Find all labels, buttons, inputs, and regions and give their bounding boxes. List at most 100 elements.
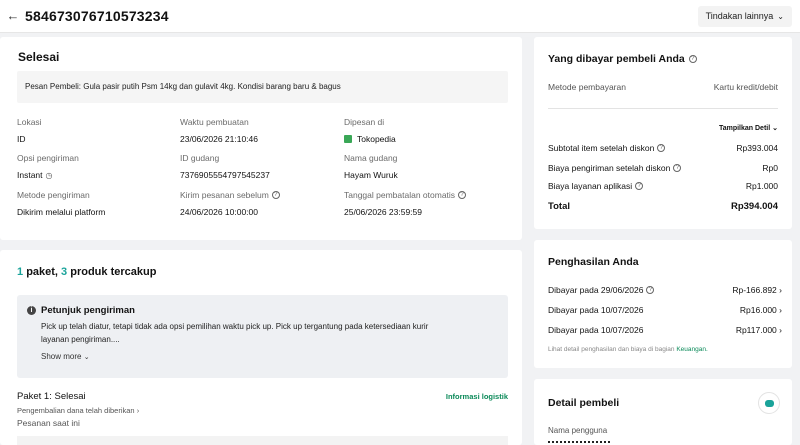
ordered-on-field: Dipesan di Tokopedia bbox=[344, 117, 396, 144]
info-icon: i bbox=[27, 306, 36, 315]
chevron-down-icon: ⌄ bbox=[772, 125, 778, 132]
buyer-title: Detail pembeli bbox=[548, 397, 620, 409]
subtotal-label: Subtotal item setelah diskon bbox=[548, 143, 655, 153]
total-row: Total Rp394.004 bbox=[548, 201, 778, 212]
ship-before-row: Kirim pesanan sebelum ? bbox=[180, 190, 280, 200]
income-footnote-text: Lihat detail penghasilan dan biaya di ba… bbox=[548, 346, 675, 353]
clock-icon: ◷ bbox=[45, 170, 53, 180]
payment-method-row: Metode pembayaran Kartu kredit/debit bbox=[548, 82, 778, 92]
payment-method-value: Kartu kredit/debit bbox=[713, 82, 778, 92]
chevron-right-icon: › bbox=[779, 285, 782, 295]
service-fee-label: Biaya layanan aplikasi bbox=[548, 181, 633, 191]
info-icon[interactable]: ? bbox=[673, 164, 682, 172]
buyer-card bbox=[534, 379, 792, 445]
info-icon[interactable]: ? bbox=[688, 55, 697, 63]
shipping-method-field: Metode pengiriman Dikirim melalui platfo… bbox=[17, 190, 105, 217]
chat-icon bbox=[765, 400, 774, 407]
auto-cancel-value: 25/06/2026 23:59:59 bbox=[344, 207, 422, 217]
warehouse-name-label: Nama gudang bbox=[344, 153, 398, 163]
back-arrow-icon[interactable]: ← bbox=[6, 9, 20, 23]
chevron-down-icon: ⌄ bbox=[83, 354, 90, 361]
chevron-right-icon: › bbox=[136, 406, 140, 415]
location-value: ID bbox=[17, 134, 26, 144]
info-icon[interactable]: ? bbox=[657, 144, 666, 152]
shipping-fee-label: Biaya pengiriman setelah diskon bbox=[548, 163, 671, 173]
warehouse-name-value: Hayam Wuruk bbox=[344, 170, 398, 180]
package-status: Selesai bbox=[54, 391, 86, 402]
income-row-label: Dibayar pada 10/07/2026 bbox=[548, 325, 644, 335]
info-icon[interactable]: ? bbox=[646, 286, 655, 294]
package-label: Paket 1: bbox=[17, 391, 52, 402]
shipping-fee-value: Rp0 bbox=[762, 163, 778, 173]
subtotal-row: Subtotal item setelah diskon? Rp393.004 bbox=[548, 143, 778, 153]
info-icon[interactable]: ? bbox=[458, 191, 467, 199]
shipping-option-field: Opsi pengiriman Instant ◷ bbox=[17, 153, 79, 180]
total-label: Total bbox=[548, 201, 570, 212]
order-item-row-top bbox=[17, 436, 508, 445]
info-icon[interactable]: ? bbox=[635, 182, 644, 190]
income-row-value: Rp117.000 bbox=[735, 325, 777, 335]
location-field: Lokasi ID bbox=[17, 117, 42, 144]
income-footnote: Lihat detail penghasilan dan biaya di ba… bbox=[548, 346, 708, 353]
income-row[interactable]: Dibayar pada 10/07/2026 Rp16.000 › bbox=[548, 305, 782, 315]
subtotal-value: Rp393.004 bbox=[736, 143, 778, 153]
payment-title: Yang dibayar pembeli Anda bbox=[548, 53, 685, 65]
warehouse-id-label: ID gudang bbox=[180, 153, 220, 163]
show-more-button[interactable]: Show more ⌄ bbox=[41, 352, 90, 361]
instruction-text-1: Pick up telah diatur, tetapi tidak ada o… bbox=[41, 322, 429, 331]
income-row[interactable]: Dibayar pada 10/07/2026 Rp117.000 › bbox=[548, 325, 782, 335]
ship-before-value: 24/06/2026 10:00:00 bbox=[180, 207, 258, 217]
shipping-option-label: Opsi pengiriman bbox=[17, 153, 79, 163]
top-bar: ← 584673076710573234 Tindakan lainnya ⌄ bbox=[0, 0, 800, 33]
ordered-on-label: Dipesan di bbox=[344, 117, 385, 127]
ordered-on-value: Tokopedia bbox=[357, 134, 396, 144]
service-fee-value: Rp1.000 bbox=[745, 181, 778, 191]
location-label: Lokasi bbox=[17, 117, 42, 127]
chevron-right-icon: › bbox=[779, 305, 782, 315]
finance-link[interactable]: Keuangan. bbox=[676, 346, 707, 353]
info-icon[interactable]: ? bbox=[271, 191, 280, 199]
show-more-label: Show more bbox=[41, 352, 82, 361]
total-value: Rp394.004 bbox=[730, 201, 778, 212]
auto-cancel-row: Tanggal pembatalan otomatis ? bbox=[344, 190, 467, 200]
service-fee-row: Biaya layanan aplikasi? Rp1.000 bbox=[548, 181, 778, 191]
income-title: Penghasilan Anda bbox=[548, 256, 639, 268]
shop-bag-icon bbox=[344, 135, 352, 143]
chat-button[interactable] bbox=[758, 392, 780, 414]
instruction-title: Petunjuk pengiriman bbox=[41, 305, 135, 316]
show-detail-label: Tampilkan Detil bbox=[718, 125, 771, 132]
made-time-value: 23/06/2026 21:10:46 bbox=[180, 134, 258, 144]
more-actions-dropdown[interactable]: Tindakan lainnya ⌄ bbox=[697, 6, 792, 27]
package-count: 1 bbox=[17, 266, 24, 278]
current-order-label: Pesanan saat ini bbox=[17, 418, 80, 428]
payment-method-label: Metode pembayaran bbox=[548, 82, 626, 92]
income-row[interactable]: Dibayar pada 29/06/2026? Rp-166.892 › bbox=[548, 285, 782, 295]
income-row-label: Dibayar pada 29/06/2026 bbox=[548, 285, 644, 295]
show-detail-button[interactable]: Tampilkan Detil ⌄ bbox=[719, 124, 778, 132]
package-header: Paket 1: Selesai bbox=[17, 391, 86, 402]
chevron-right-icon: › bbox=[779, 325, 782, 335]
ship-before-label: Kirim pesanan sebelum bbox=[180, 190, 269, 200]
refund-link[interactable]: Pengembalian dana telah diberikan › bbox=[17, 406, 139, 415]
made-time-field: Waktu pembuatan 23/06/2026 21:10:46 bbox=[180, 117, 258, 144]
income-row-label: Dibayar pada 10/07/2026 bbox=[548, 305, 644, 315]
divider bbox=[548, 108, 778, 109]
shipping-method-label: Metode pengiriman bbox=[17, 190, 90, 200]
username-label: Nama pengguna bbox=[548, 426, 608, 435]
more-actions-label: Tindakan lainnya bbox=[705, 11, 774, 21]
order-status-title: Selesai bbox=[18, 50, 60, 64]
product-count: 3 bbox=[61, 266, 68, 278]
buyer-note: Pesan Pembeli: Gula pasir putih Psm 14kg… bbox=[17, 71, 508, 103]
logistics-info-link[interactable]: Informasi logistik bbox=[446, 392, 508, 401]
chevron-down-icon: ⌄ bbox=[777, 12, 784, 21]
order-id: 584673076710573234 bbox=[25, 8, 169, 24]
auto-cancel-label: Tanggal pembatalan otomatis bbox=[344, 190, 456, 200]
ordered-on-row: Tokopedia bbox=[344, 134, 396, 144]
payment-title-row: Yang dibayar pembeli Anda ? bbox=[548, 53, 697, 65]
product-count-word: produk tercakup bbox=[70, 266, 157, 278]
shipping-method-value: Dikirim melalui platform bbox=[17, 207, 106, 217]
warehouse-id-field: ID gudang 7376905554797545237 bbox=[180, 153, 270, 180]
package-count-word: paket, bbox=[26, 266, 58, 278]
username-masked bbox=[548, 441, 610, 445]
made-time-label: Waktu pembuatan bbox=[180, 117, 249, 127]
